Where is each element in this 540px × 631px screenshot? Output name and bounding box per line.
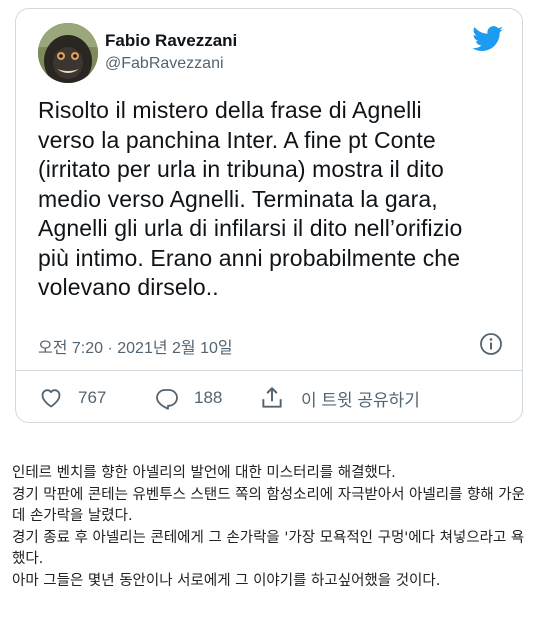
tweet-actions: 767 188 이 트윗 공유하기	[38, 383, 508, 413]
tweet-timestamp[interactable]: 오전 7:20 · 2021년 2월 10일	[38, 334, 233, 358]
reply-count: 188	[194, 388, 223, 407]
author-handle[interactable]: @FabRavezzani	[105, 55, 224, 73]
twitter-bird-icon[interactable]	[472, 26, 504, 52]
author-name[interactable]: Fabio Ravezzani	[105, 31, 237, 51]
share-icon	[262, 387, 282, 408]
like-button[interactable]: 767	[38, 383, 106, 413]
heart-icon	[41, 389, 61, 408]
caption: 인테르 벤치를 향한 아넬리의 발언에 대한 미스터리를 해결했다. 경기 막판…	[12, 463, 532, 592]
like-count: 767	[78, 388, 107, 407]
share-button[interactable]: 이 트윗 공유하기	[259, 383, 420, 413]
info-icon[interactable]	[479, 332, 503, 356]
reply-bubble-icon	[156, 389, 178, 410]
tweet-text: Risolto il mistero della frase di Agnell…	[38, 97, 463, 300]
caption-line: 경기 막판에 콘테는 유벤투스 스탠드 쪽의 함성소리에 자극받아서 아넬리를 …	[12, 486, 525, 525]
reply-button[interactable]: 188	[154, 383, 222, 413]
caption-line: 경기 종료 후 아넬리는 콘테에게 그 손가락을 '가장 모욕적인 구멍'에다 …	[12, 529, 525, 568]
divider	[16, 370, 522, 371]
caption-line: 인테르 벤치를 향한 아넬리의 발언에 대한 미스터리를 해결했다.	[12, 465, 396, 481]
caption-line: 아마 그들은 몇년 동안이나 서로에게 그 이야기를 하고싶어했을 것이다.	[12, 572, 441, 589]
share-label: 이 트윗 공유하기	[301, 390, 420, 410]
tweet-card[interactable]: Fabio Ravezzani @FabRavezzani Risolto il…	[15, 8, 523, 423]
avatar[interactable]	[38, 23, 98, 83]
avatar-image	[38, 23, 98, 83]
